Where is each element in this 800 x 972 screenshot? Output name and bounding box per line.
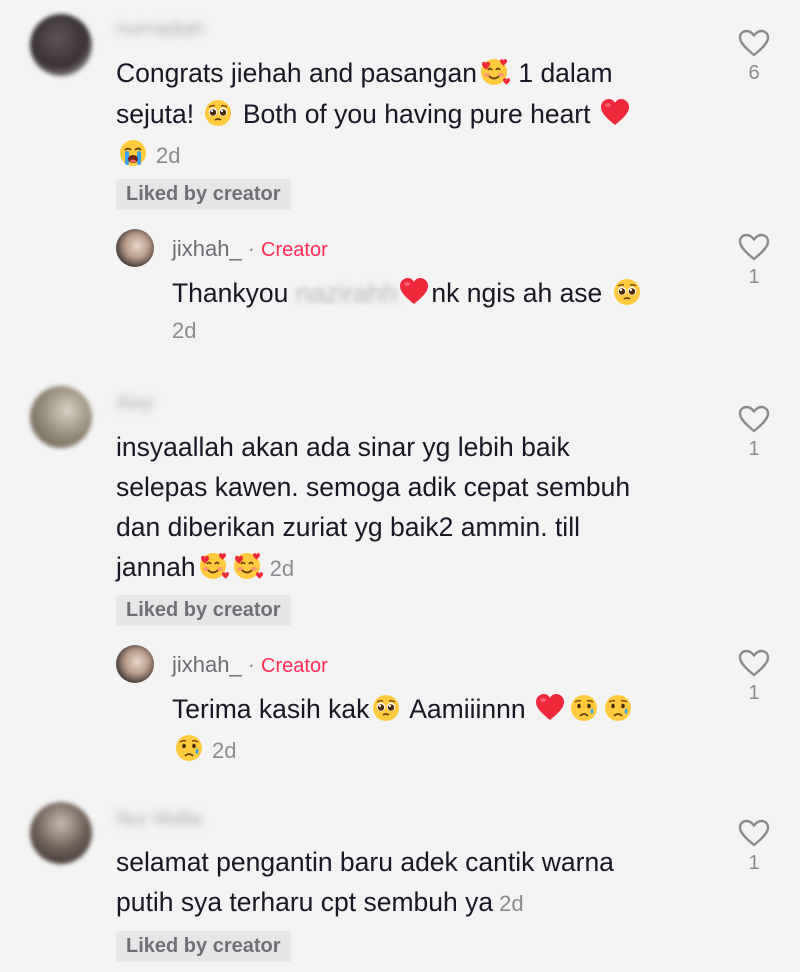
comment-text-line: dan diberikan zuriat yg baik2 ammin. til…	[116, 512, 580, 542]
like-count: 1	[748, 852, 760, 874]
like-count: 1	[748, 682, 760, 704]
comment-username[interactable]: Aisy	[116, 392, 154, 415]
reply-username-row: jixhah_ · Creator	[172, 652, 328, 677]
crying-face-emoji	[173, 732, 205, 764]
reply-time: 2d	[172, 318, 197, 343]
heart-outline-icon[interactable]	[737, 232, 771, 262]
avatar[interactable]	[116, 229, 154, 267]
reply-text: Terima kasih kak Aamiiinnn	[172, 689, 635, 730]
like-button[interactable]: 6	[734, 28, 774, 85]
like-count: 1	[748, 266, 760, 288]
heart-outline-icon[interactable]	[737, 28, 771, 58]
comment-text: insyaallah akan ada sinar yg lebih baik	[116, 432, 570, 462]
reply-text: Thankyou nazirahh nk ngis ah ase	[172, 273, 644, 314]
like-button[interactable]: 1	[734, 404, 774, 461]
reply-text-line: 2d	[172, 729, 236, 771]
smiling-face-with-hearts-emoji	[231, 550, 263, 582]
avatar[interactable]	[30, 802, 92, 864]
comment-item: Nur Malia selamat pengantin baru adek ca…	[0, 796, 800, 972]
liked-by-creator-badge: Liked by creator	[116, 179, 291, 210]
comment-text-line: putih sya terharu cpt sembuh ya 2d	[116, 887, 524, 917]
loudly-crying-face-emoji	[117, 137, 149, 169]
crying-face-emoji	[568, 692, 600, 724]
comment-text-line: sejuta! Both of you having pure heart	[116, 94, 632, 135]
comment-username[interactable]: Nur Malia	[116, 808, 202, 831]
like-count: 6	[748, 62, 760, 84]
comment-username[interactable]: nurnadiah	[116, 18, 205, 41]
avatar[interactable]	[30, 386, 92, 448]
liked-by-creator-badge: Liked by creator	[116, 931, 291, 962]
comment-time: 2d	[269, 556, 295, 581]
creator-tag: Creator	[261, 655, 328, 677]
like-button[interactable]: 1	[734, 818, 774, 875]
red-heart-emoji	[534, 692, 566, 724]
creator-tag: Creator	[261, 239, 328, 261]
comment-item: nurnadiah Congrats jiehah and pasangan 1…	[0, 0, 800, 360]
comment-time: 2d	[156, 143, 181, 168]
pleading-face-emoji	[202, 97, 234, 129]
pleading-face-emoji	[611, 276, 643, 308]
comment-item: Aisy insyaallah akan ada sinar yg lebih …	[0, 380, 800, 780]
comment-text: selamat pengantin baru adek cantik warna	[116, 847, 614, 877]
reply-time: 2d	[212, 738, 237, 763]
reply-username[interactable]: jixhah_	[172, 236, 242, 261]
heart-outline-icon[interactable]	[737, 818, 771, 848]
like-count: 1	[748, 438, 760, 460]
liked-by-creator-badge: Liked by creator	[116, 595, 291, 626]
heart-outline-icon[interactable]	[737, 404, 771, 434]
red-heart-emoji	[599, 97, 631, 129]
smiling-face-with-hearts-emoji	[478, 56, 510, 88]
avatar[interactable]	[116, 645, 154, 683]
comment-text-line: 2d	[116, 134, 180, 176]
comment-text-line: jannah 2d	[116, 550, 295, 582]
like-button[interactable]: 1	[734, 648, 774, 705]
smiling-face-with-hearts-emoji	[197, 550, 229, 582]
comment-text: Congrats jiehah and pasangan 1 dalam	[116, 56, 613, 88]
avatar[interactable]	[30, 14, 92, 76]
comment-text-line: selepas kawen. semoga adik cepat sembuh	[116, 472, 631, 502]
reply-username-row: jixhah_ · Creator	[172, 236, 328, 261]
like-button[interactable]: 1	[734, 232, 774, 289]
pleading-face-emoji	[370, 692, 402, 724]
comment-time: 2d	[499, 891, 524, 916]
blurred-mention[interactable]: nazirahh	[296, 273, 398, 314]
heart-outline-icon[interactable]	[737, 648, 771, 678]
crying-face-emoji	[602, 692, 634, 724]
reply-username[interactable]: jixhah_	[172, 652, 242, 677]
red-heart-emoji	[398, 276, 430, 308]
